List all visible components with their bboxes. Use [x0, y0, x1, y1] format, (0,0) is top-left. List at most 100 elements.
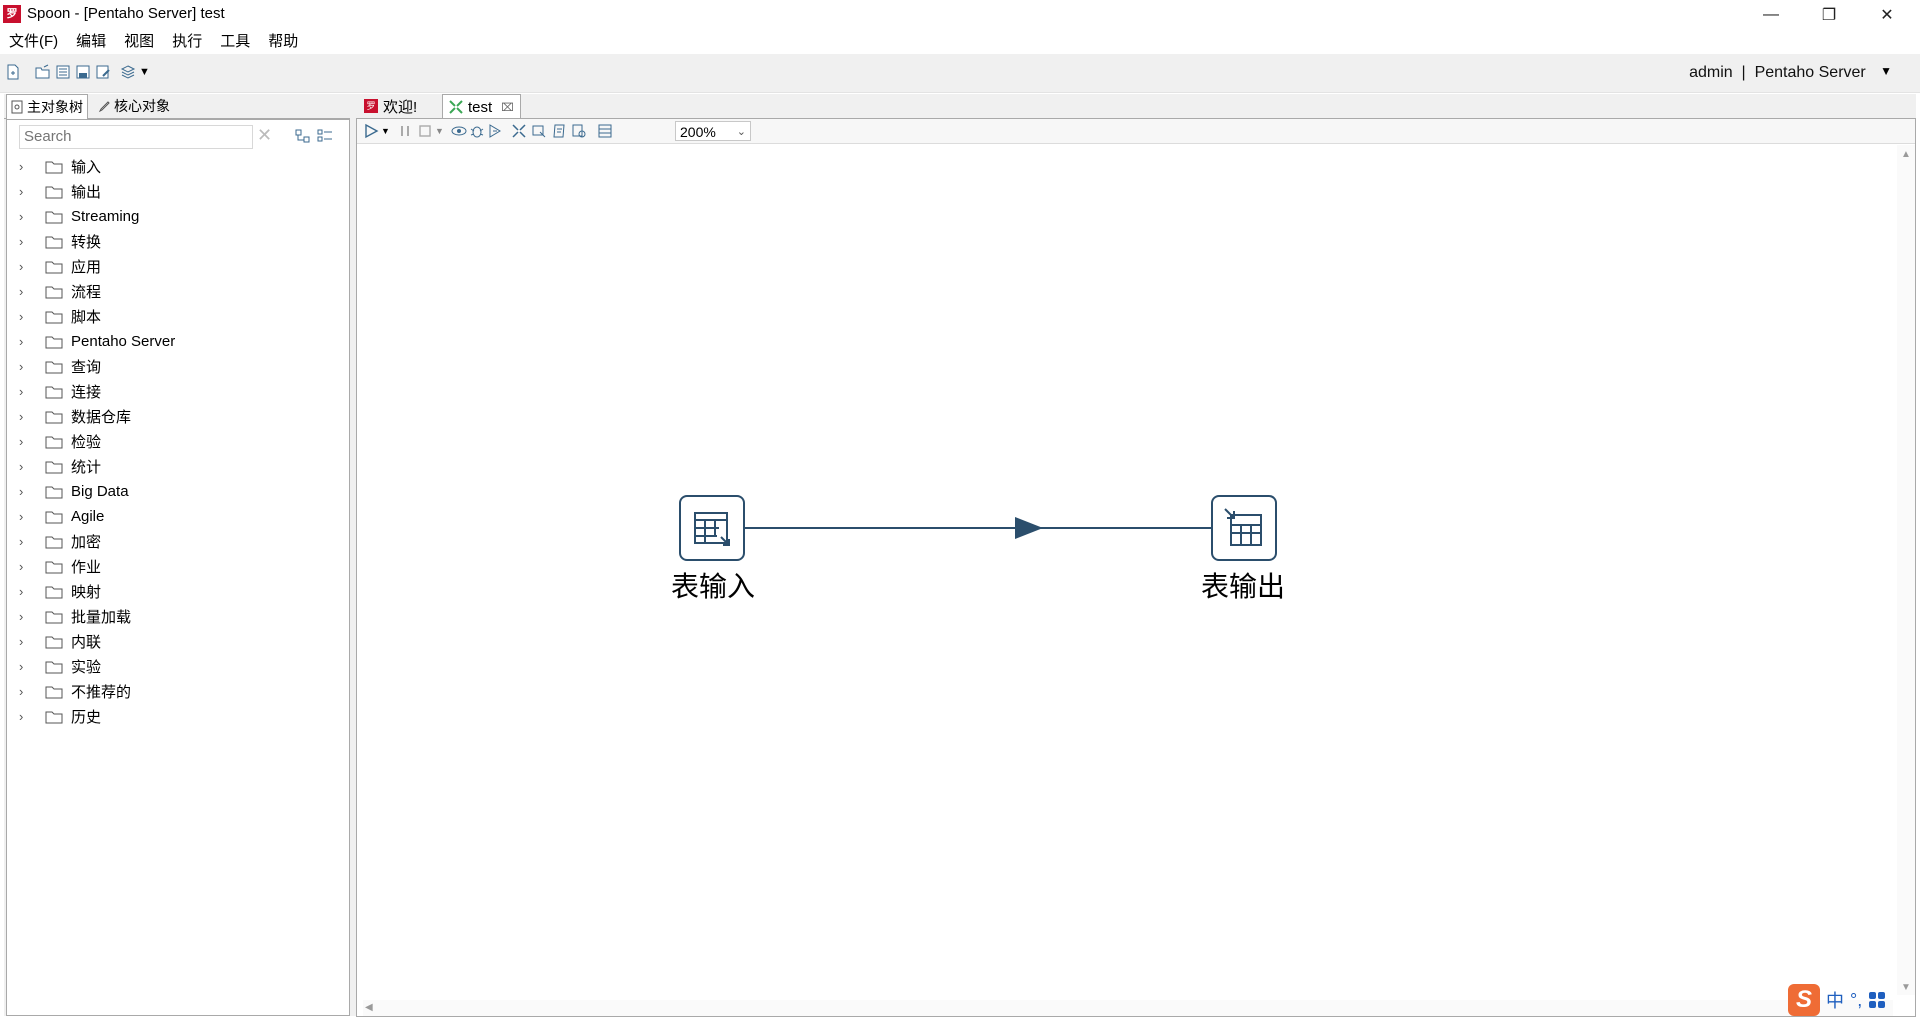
- chevron-right-icon[interactable]: ›: [19, 584, 31, 599]
- chevron-right-icon[interactable]: ›: [19, 509, 31, 524]
- menu-file[interactable]: 文件(F): [0, 30, 67, 54]
- step-table-output[interactable]: [1211, 495, 1277, 561]
- server-connection[interactable]: admin | Pentaho Server: [1689, 64, 1888, 82]
- tree-item[interactable]: › 脚本: [7, 304, 347, 329]
- chevron-right-icon[interactable]: ›: [19, 684, 31, 699]
- chevron-down-icon[interactable]: ▼: [1880, 64, 1892, 78]
- replay-icon[interactable]: [487, 123, 503, 139]
- explore-repository-icon[interactable]: [55, 64, 71, 80]
- tree-item[interactable]: › 实验: [7, 654, 347, 679]
- chevron-right-icon[interactable]: ›: [19, 709, 31, 724]
- menu-run[interactable]: 执行: [163, 30, 211, 54]
- tree-item-label: 批量加载: [71, 609, 132, 626]
- tree-item[interactable]: › 连接: [7, 379, 347, 404]
- chevron-right-icon[interactable]: ›: [19, 259, 31, 274]
- chevron-right-icon[interactable]: ›: [19, 184, 31, 199]
- chevron-right-icon[interactable]: ›: [19, 359, 31, 374]
- chevron-right-icon[interactable]: ›: [19, 409, 31, 424]
- search-input[interactable]: [20, 126, 248, 146]
- hop-arrow[interactable]: [363, 145, 1893, 1001]
- open-file-icon[interactable]: [35, 64, 51, 80]
- horizontal-scrollbar[interactable]: ◀: [363, 1000, 1893, 1016]
- tree-item[interactable]: › 转换: [7, 229, 347, 254]
- zoom-select[interactable]: 200% ⌄: [675, 121, 751, 141]
- tree-item[interactable]: › 查询: [7, 354, 347, 379]
- tree-item[interactable]: › 内联: [7, 629, 347, 654]
- folder-icon: [45, 410, 63, 424]
- tab-core-objects[interactable]: 核心对象: [94, 94, 174, 118]
- perspective-dropdown-icon[interactable]: ▼: [139, 64, 155, 80]
- tree-item[interactable]: › 映射: [7, 579, 347, 604]
- scroll-left-icon[interactable]: ◀: [365, 1002, 373, 1013]
- chevron-right-icon[interactable]: ›: [19, 609, 31, 624]
- tree-item[interactable]: › Pentaho Server: [7, 329, 347, 354]
- chevron-right-icon[interactable]: ›: [19, 334, 31, 349]
- tree-item[interactable]: › 作业: [7, 554, 347, 579]
- chevron-right-icon[interactable]: ›: [19, 484, 31, 499]
- chevron-right-icon[interactable]: ›: [19, 434, 31, 449]
- tree-item[interactable]: › 数据仓库: [7, 404, 347, 429]
- chevron-right-icon[interactable]: ›: [19, 634, 31, 649]
- tree-item[interactable]: › Agile: [7, 504, 347, 529]
- tree-item[interactable]: › 历史: [7, 704, 347, 729]
- chevron-right-icon[interactable]: ›: [19, 659, 31, 674]
- menu-edit[interactable]: 编辑: [67, 30, 115, 54]
- run-icon[interactable]: [363, 123, 379, 139]
- preview-icon[interactable]: [451, 123, 467, 139]
- chevron-right-icon[interactable]: ›: [19, 384, 31, 399]
- chevron-right-icon[interactable]: ›: [19, 534, 31, 549]
- tab-test[interactable]: test ⌧: [442, 94, 521, 120]
- sql-icon[interactable]: [551, 123, 567, 139]
- minimize-button[interactable]: —: [1748, 0, 1794, 30]
- save-icon[interactable]: [75, 64, 91, 80]
- tab-welcome[interactable]: 罗 欢迎!: [358, 94, 423, 118]
- collapse-all-icon[interactable]: [317, 128, 333, 144]
- debug-icon[interactable]: [469, 123, 485, 139]
- tree-item[interactable]: › 不推荐的: [7, 679, 347, 704]
- save-as-icon[interactable]: [95, 64, 111, 80]
- menu-tools[interactable]: 工具: [211, 30, 259, 54]
- chevron-right-icon[interactable]: ›: [19, 559, 31, 574]
- restore-button[interactable]: ❐: [1806, 0, 1852, 30]
- tab-main-tree[interactable]: 主对象树: [6, 94, 88, 119]
- tree-item[interactable]: › 输出: [7, 179, 347, 204]
- chevron-right-icon[interactable]: ›: [19, 284, 31, 299]
- run-dropdown-icon[interactable]: ▼: [381, 123, 397, 139]
- clear-search-icon[interactable]: ✕: [257, 126, 272, 144]
- explore-db-icon[interactable]: [571, 123, 587, 139]
- tree-item[interactable]: › Streaming: [7, 204, 347, 229]
- chevron-right-icon[interactable]: ›: [19, 234, 31, 249]
- perspective-icon[interactable]: [120, 64, 136, 80]
- tree-item[interactable]: › 检验: [7, 429, 347, 454]
- stop-dropdown-icon[interactable]: ▼: [435, 123, 451, 139]
- stop-icon[interactable]: [417, 123, 433, 139]
- tree-item-label: 历史: [71, 709, 102, 726]
- menu-help[interactable]: 帮助: [259, 30, 307, 54]
- vertical-scrollbar[interactable]: ▲ ▼: [1897, 145, 1915, 995]
- transformation-canvas[interactable]: 表输入 表输出: [363, 145, 1893, 1001]
- tree-item[interactable]: › 统计: [7, 454, 347, 479]
- menu-view[interactable]: 视图: [115, 30, 163, 54]
- chevron-right-icon[interactable]: ›: [19, 459, 31, 474]
- tree-item[interactable]: › 输入: [7, 154, 347, 179]
- new-file-icon[interactable]: [5, 64, 21, 80]
- scroll-up-icon[interactable]: ▲: [1901, 149, 1911, 160]
- ime-status[interactable]: S 中 °,: [1788, 982, 1918, 1018]
- pause-icon[interactable]: [397, 123, 413, 139]
- chevron-right-icon[interactable]: ›: [19, 209, 31, 224]
- left-panel: 主对象树 核心对象 ✕ › 输入 › 输出 › Streaming › 转换 › 应用 › 流程 › 脚本…: [4, 94, 350, 1016]
- impact-icon[interactable]: [531, 123, 547, 139]
- chevron-right-icon[interactable]: ›: [19, 159, 31, 174]
- tree-item[interactable]: › 流程: [7, 279, 347, 304]
- tree-item[interactable]: › 加密: [7, 529, 347, 554]
- close-button[interactable]: ✕: [1864, 0, 1910, 30]
- verify-icon[interactable]: [511, 123, 527, 139]
- expand-all-icon[interactable]: [295, 128, 311, 144]
- step-table-input[interactable]: [679, 495, 745, 561]
- tree-item[interactable]: › Big Data: [7, 479, 347, 504]
- chevron-right-icon[interactable]: ›: [19, 309, 31, 324]
- show-results-icon[interactable]: [597, 123, 613, 139]
- tree-item[interactable]: › 批量加载: [7, 604, 347, 629]
- tree-item[interactable]: › 应用: [7, 254, 347, 279]
- close-tab-icon[interactable]: ⌧: [501, 101, 514, 114]
